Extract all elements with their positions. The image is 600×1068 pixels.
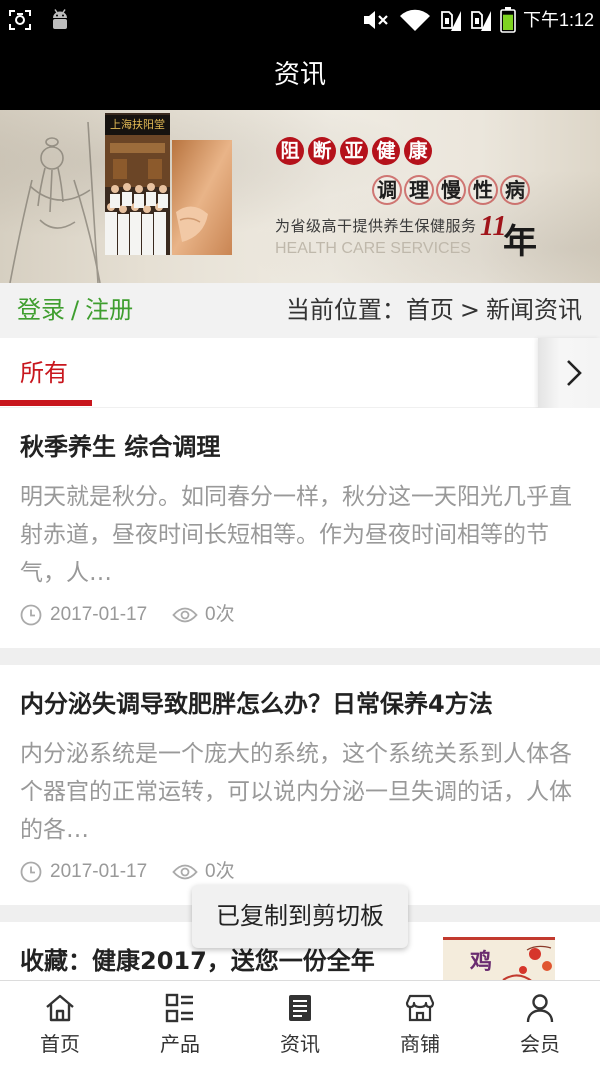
slogan-primary-char: 断 [308,137,336,165]
page-title: 资讯 [273,60,326,90]
screenshot-icon [9,10,31,30]
slogan-secondary-char: 病 [500,175,530,205]
nav-label: 首页 [40,1032,80,1056]
eye-icon [172,864,198,880]
login-link[interactable]: 登录 [17,296,65,324]
nav-item-home[interactable]: 首页 [0,981,120,1068]
tab-all[interactable]: 所有 [0,338,92,408]
app-header: 资讯 [0,40,600,110]
nav-item-news[interactable]: 资讯 [240,981,360,1068]
member-icon [526,994,554,1023]
product-grid-icon [165,993,193,1023]
article-views: 0次 [205,604,235,625]
android-icon [53,9,67,29]
volume-muted-icon [364,11,388,29]
article-summary: 内分泌系统是一个庞大的系统，这个系统关系到人体各个器官的正常运转，可以说内分泌一… [20,741,572,843]
sim-2-signal-icon [471,11,491,31]
auth-separator: / [71,296,80,324]
nav-item-member[interactable]: 会员 [480,981,600,1068]
tab-scroll-button[interactable] [538,338,600,408]
sim-1-signal-icon [441,11,461,31]
wifi-icon [400,9,430,32]
article-card[interactable]: 内分泌失调导致肥胖怎么办？日常保养4方法 内分泌系统是一个庞大的系统，这个系统关… [0,665,600,905]
article-views: 0次 [205,861,235,882]
years-unit: 年 [503,222,537,262]
slogan-primary-char: 健 [372,137,400,165]
shop-sign: 上海扶阳堂 [105,115,170,135]
english-tagline: HEALTH CARE SERVICES [275,240,471,257]
slogan-secondary-char: 性 [468,175,498,205]
news-icon [289,995,311,1021]
register-link[interactable]: 注册 [85,296,133,324]
tab-active-indicator [0,400,92,406]
nav-label: 产品 [160,1032,200,1056]
toast-message: 已复制到剪切板 [192,885,408,948]
shop-icon [405,994,435,1022]
status-time: 下午1:12 [522,10,594,30]
breadcrumb-bar: 登录 / 注册 当前位置：首页 > 新闻资讯 [0,283,600,338]
breadcrumb-home-link[interactable]: 首页 [406,296,454,324]
slogan-secondary-char: 理 [404,175,434,205]
breadcrumb-label: 当前位置： [285,296,406,324]
chevron-right-icon [567,360,582,386]
slogan-secondary-char: 调 [372,175,402,205]
slogan-secondary: 调理慢性病 [372,175,530,205]
nav-label: 商铺 [400,1032,440,1056]
massage-photo [172,140,232,255]
category-tabs: 所有 [0,338,600,408]
status-bar: 下午1:12 [0,0,600,40]
article-title[interactable]: 收藏：健康2017，送您一份全年 [20,946,430,976]
battery-level-fill [503,14,513,30]
nav-label: 资讯 [280,1032,320,1056]
article-date: 2017-01-17 [50,861,148,882]
breadcrumb: 当前位置：首页 > 新闻资讯 [286,295,582,325]
clock-icon [20,861,42,883]
nav-label: 会员 [520,1032,560,1056]
slogan-primary-char: 亚 [340,137,368,165]
sage-painting [9,121,101,283]
article-title[interactable]: 秋季养生 综合调理 [20,432,580,462]
article-summary: 明天就是秋分。如同春分一样，秋分这一天阳光几乎直射赤道，昼夜时间长短相等。作为昼… [20,484,572,586]
breadcrumb-current: 新闻资讯 [486,296,582,324]
home-icon [46,994,74,1022]
list-divider [0,648,600,665]
article-card[interactable]: 秋季养生 综合调理 明天就是秋分。如同春分一样，秋分这一天阳光几乎直射赤道，昼夜… [0,408,600,648]
article-meta: 2017-01-17 0次 [20,600,420,630]
article-meta: 2017-01-17 0次 [20,857,420,887]
article-title[interactable]: 内分泌失调导致肥胖怎么办？日常保养4方法 [20,689,580,719]
nav-item-products[interactable]: 产品 [120,981,240,1068]
breadcrumb-arrow: > [459,296,480,324]
clock-icon [20,604,42,626]
auth-links: 登录 / 注册 [17,295,133,325]
nav-item-shop[interactable]: 商铺 [360,981,480,1068]
slogan-primary-char: 康 [404,137,432,165]
bottom-nav: 首页 产品 资讯 商铺 会员 [0,980,600,1067]
slogan-secondary-char: 慢 [436,175,466,205]
slogan-primary-char: 阻 [276,137,304,165]
tab-label: 所有 [20,359,68,387]
storefront-photo: 上海扶阳堂 [105,113,170,255]
service-line: 为省级高干提供养生保健服务 [275,217,477,235]
battery-icon [500,7,516,33]
thumbnail-text: 鸡 [470,950,493,975]
eye-icon [172,607,198,623]
promo-banner[interactable]: 上海扶阳堂 阻断亚健康 调理慢性病 为省级高干提供养生保健服务 HEALTH C… [0,110,600,283]
article-date: 2017-01-17 [50,604,148,625]
slogan-primary: 阻断亚健康 [276,137,432,167]
